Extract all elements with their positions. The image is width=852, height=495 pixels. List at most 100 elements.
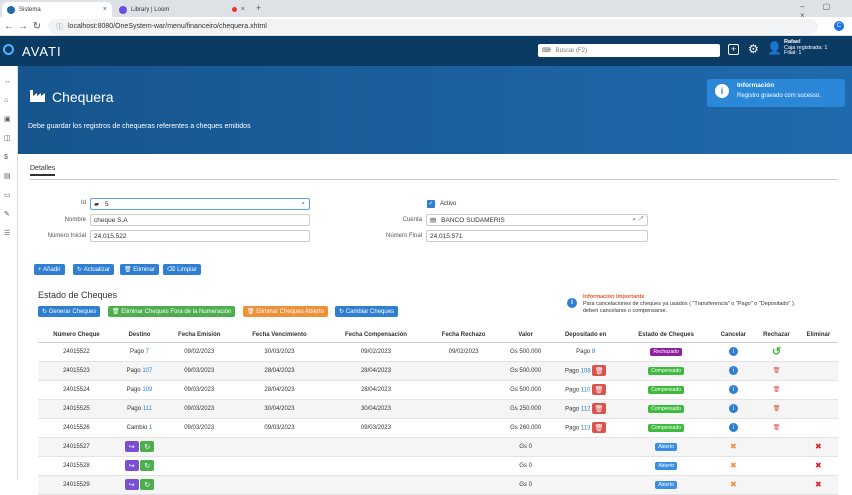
profile-avatar-icon[interactable]: C — [834, 21, 844, 31]
undo-icon[interactable]: ↺ — [772, 346, 781, 358]
trash-icon[interactable]: 🗑 — [592, 422, 607, 433]
destino-link[interactable]: 109 — [142, 387, 152, 393]
reload-icon[interactable]: ↻ — [30, 19, 44, 33]
cell-valor: Gs 500.000 — [510, 348, 542, 355]
browser-tab-loom[interactable]: Library | Loom × — [114, 2, 250, 17]
cuenta-field[interactable]: ▤ BANCO SUDAMERIS ⌕ ↗ — [426, 214, 648, 226]
sidebar-cart-icon[interactable]: ▣ — [4, 110, 11, 129]
depositado-link[interactable]: 108 — [581, 369, 591, 375]
new-tab-icon[interactable]: + — [256, 3, 261, 13]
search-input[interactable]: ⌨ Buscar (F2) — [538, 44, 720, 57]
destino-link[interactable]: 107 — [142, 368, 152, 374]
cambiar-cheques-button[interactable]: ↻ Cambiar Cheques — [335, 306, 399, 317]
table-cell — [754, 475, 799, 495]
user-icon[interactable]: 👤 — [767, 41, 782, 55]
trash-icon[interactable]: 🗑 — [773, 406, 781, 412]
num-inicial-field[interactable]: 24.015.522 — [90, 230, 310, 242]
table-cell — [754, 437, 799, 457]
forward-button[interactable]: ↪ — [124, 479, 139, 490]
info-icon[interactable]: i — [728, 423, 738, 432]
close-icon[interactable]: × — [103, 6, 107, 13]
table-row: 24015527 ↪ ↻ Gs 0 Abierto ✖ ✖ — [38, 437, 838, 457]
info-icon[interactable]: i — [728, 404, 738, 413]
depositado-link[interactable]: 8 — [592, 349, 595, 355]
sidebar-doc-icon[interactable]: ▭ — [4, 186, 11, 205]
back-icon[interactable]: ← — [2, 19, 16, 33]
table-cell — [798, 418, 838, 438]
refresh-button[interactable]: ↻ — [140, 441, 155, 452]
column-header: Fecha Rechazo — [427, 328, 500, 343]
delete-x-icon[interactable]: ✖ — [815, 442, 822, 451]
sidebar-arrow-icon[interactable]: ↔ — [4, 72, 11, 91]
close-icon[interactable]: × — [241, 6, 245, 13]
gear-icon[interactable]: ⚙ — [748, 42, 759, 56]
table-cell: ✖ — [712, 437, 755, 457]
eliminar-fuera-button[interactable]: 🗑 Eliminar Cheques Fora de la Numeración — [108, 306, 236, 317]
forward-button[interactable]: ↪ — [124, 460, 139, 471]
sidebar-report-icon[interactable]: ☰ — [4, 224, 11, 243]
limpiar-label: Limpiar — [177, 266, 197, 273]
generar-cheques-button[interactable]: ↻ Generar Cheques — [38, 306, 101, 317]
sidebar-home-icon[interactable]: ⌂ — [4, 91, 11, 110]
detail-tabs: Detalles — [30, 165, 838, 180]
destino-link[interactable]: 111 — [143, 406, 152, 412]
cancel-x-icon[interactable]: ✖ — [730, 480, 737, 489]
info-icon[interactable]: i — [728, 385, 738, 394]
column-header: Valor — [499, 328, 552, 343]
delete-x-icon[interactable]: ✖ — [815, 461, 822, 470]
depositado-link[interactable]: 113 — [581, 426, 591, 432]
trash-icon[interactable]: 🗑 — [773, 387, 781, 393]
forward-button[interactable]: ↪ — [124, 441, 139, 452]
sidebar-money-icon[interactable]: $ — [4, 148, 11, 167]
actualizar-button[interactable]: ↻ Actualizar — [73, 264, 115, 275]
search-icon[interactable]: ⌕ — [301, 200, 305, 208]
status-badge: Abierto — [655, 461, 678, 470]
num-final-field[interactable]: 24.015.571 — [426, 230, 648, 242]
delete-x-icon[interactable]: ✖ — [815, 480, 822, 489]
browser-tab-sistema[interactable]: Sistema × — [2, 2, 112, 17]
destino-link[interactable]: 1 — [149, 425, 152, 431]
column-header: Estado de Cheques — [619, 328, 713, 343]
forward-icon[interactable]: → — [16, 19, 30, 33]
search-icon[interactable]: ⌕ ↗ — [632, 216, 643, 224]
status-badge: Compensado — [648, 366, 685, 375]
table-cell: Abierto — [619, 456, 713, 476]
tab-detalles[interactable]: Detalles — [30, 165, 56, 176]
trash-icon[interactable]: 🗑 — [592, 384, 607, 395]
cancel-x-icon[interactable]: ✖ — [730, 442, 737, 451]
depositado-link[interactable]: 110 — [581, 388, 591, 394]
trash-icon[interactable]: 🗑 — [773, 425, 781, 431]
cell-ven: 30/04/2023 — [264, 405, 295, 412]
activo-label: Activo — [440, 201, 457, 207]
table-row: 24015526 Cambio 1 09/03/2023 09/03/2023 09/0… — [38, 418, 838, 438]
destino-link[interactable]: 7 — [146, 349, 149, 355]
trash-icon[interactable]: 🗑 — [592, 365, 607, 376]
add-icon[interactable]: + — [728, 44, 739, 55]
table-cell: Compensado — [619, 399, 713, 419]
refresh-button[interactable]: ↻ — [140, 460, 155, 471]
cancel-x-icon[interactable]: ✖ — [730, 461, 737, 470]
nombre-field[interactable]: cheque S.A — [90, 214, 310, 226]
id-field[interactable]: ▰ 5 ⌕ — [90, 198, 310, 210]
trash-icon[interactable]: 🗑 — [773, 368, 781, 374]
sidebar-box-icon[interactable]: ◫ — [4, 129, 11, 148]
sidebar-tools-icon[interactable]: ✎ — [4, 205, 11, 224]
info-icon[interactable]: i — [728, 366, 738, 375]
table-cell: ↪ ↻ — [114, 475, 165, 495]
table-cell: 30/03/2023 — [234, 342, 325, 362]
depositado-link[interactable]: 112 — [581, 407, 591, 413]
activo-checkbox[interactable]: ✓ — [427, 200, 435, 208]
refresh-icon: ↻ — [42, 309, 49, 315]
refresh-icon: ↻ — [77, 267, 84, 273]
limpiar-button[interactable]: ⌫ Limpiar — [163, 264, 201, 275]
sidebar-chart-icon[interactable]: ▤ — [4, 167, 11, 186]
eliminar-abierto-button[interactable]: 🗑 Eliminar Cheques Abierto — [243, 306, 328, 317]
anadir-button[interactable]: + Añadir — [34, 264, 65, 275]
url-field[interactable]: ⓘ localhost:8080/OneSystem-war/menu/fina… — [48, 19, 818, 34]
table-row: 24015528 ↪ ↻ Gs 0 Abierto ✖ ✖ — [38, 456, 838, 476]
info-icon[interactable]: i — [728, 347, 738, 356]
table-cell: ✖ — [712, 475, 755, 495]
refresh-button[interactable]: ↻ — [140, 479, 155, 490]
trash-icon[interactable]: 🗑 — [592, 403, 607, 414]
eliminar-button[interactable]: 🗑 Eliminar — [120, 264, 159, 275]
